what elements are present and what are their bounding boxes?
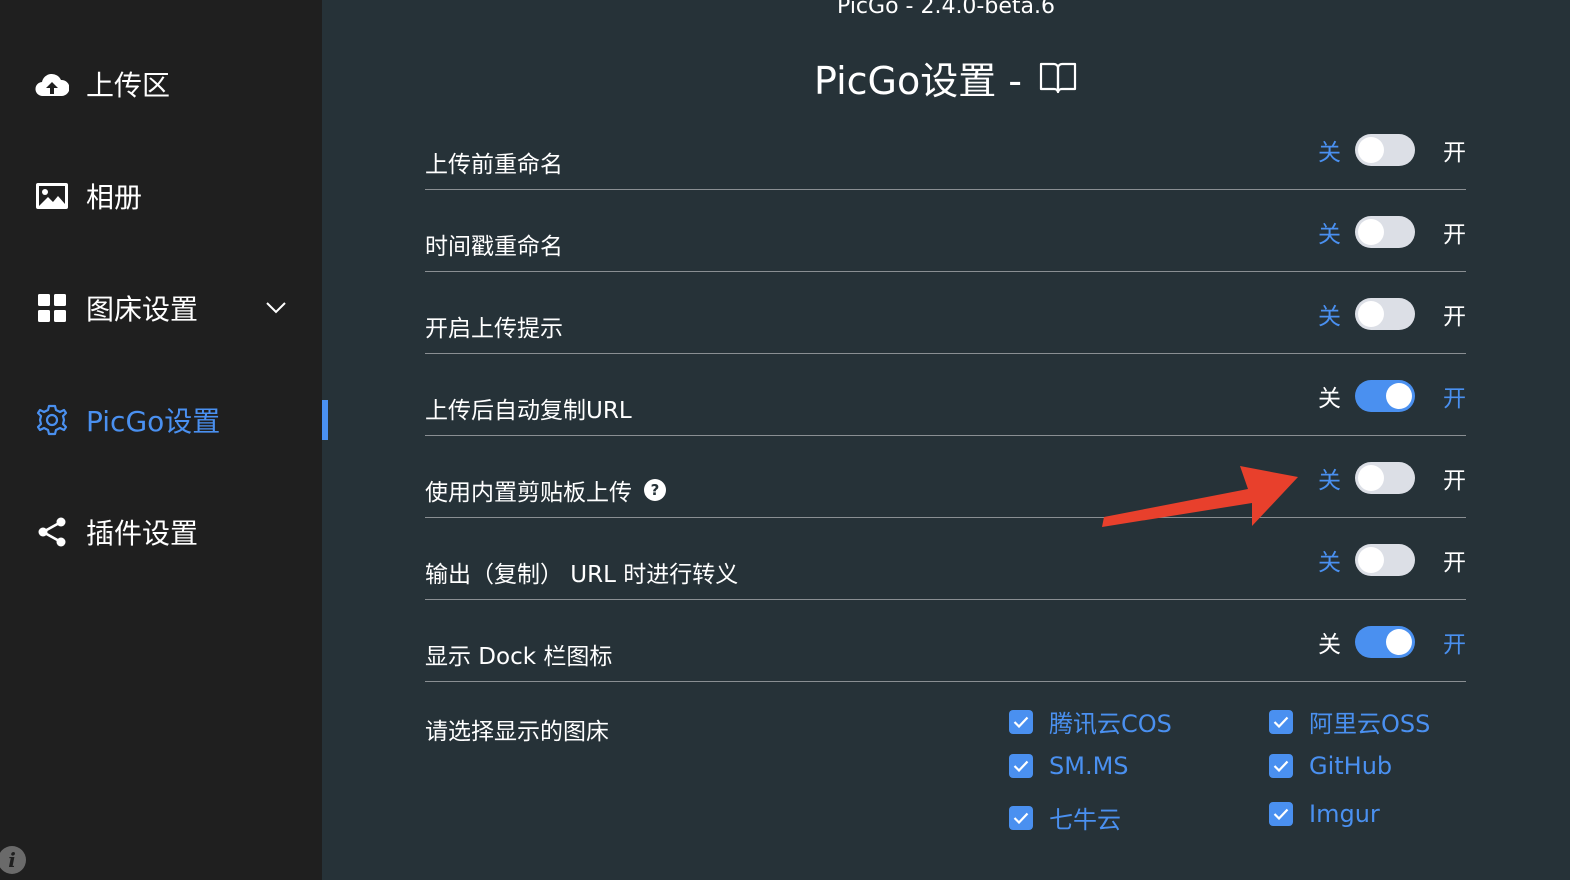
switch-track[interactable] bbox=[1355, 134, 1415, 166]
switch-off-label: 关 bbox=[1318, 304, 1341, 330]
switch-track[interactable] bbox=[1355, 298, 1415, 330]
setting-row: 输出（复制） URL 时进行转义 关 开 bbox=[425, 517, 1466, 600]
sidebar-item-upload[interactable]: 上传区 bbox=[0, 44, 322, 124]
setting-label-text: 开启上传提示 bbox=[425, 316, 563, 342]
switch-knob bbox=[1358, 301, 1384, 327]
switch-off-label: 关 bbox=[1318, 632, 1341, 658]
chevron-down-icon[interactable] bbox=[262, 294, 290, 322]
picbed-checkbox[interactable]: 阿里云OSS bbox=[1269, 704, 1430, 739]
setting-label: 输出（复制） URL 时进行转义 bbox=[425, 555, 738, 589]
switch-knob bbox=[1358, 465, 1384, 491]
sidebar-item-label: 上传区 bbox=[86, 69, 171, 102]
setting-label: 显示 Dock 栏图标 bbox=[425, 637, 612, 671]
switch-knob bbox=[1386, 383, 1412, 409]
active-indicator bbox=[322, 400, 328, 440]
switch-on-label: 开 bbox=[1443, 222, 1466, 248]
checkbox-checked-icon[interactable] bbox=[1269, 709, 1293, 734]
page-title-text: PicGo设置 - bbox=[813, 59, 1023, 103]
setting-switch[interactable]: 关 开 bbox=[1318, 624, 1466, 660]
setting-switch[interactable]: 关 开 bbox=[1318, 214, 1466, 250]
setting-label-text: 上传前重命名 bbox=[425, 152, 563, 178]
book-icon[interactable] bbox=[1038, 58, 1078, 98]
switch-off-label: 关 bbox=[1318, 468, 1341, 494]
checkbox-checked-icon[interactable] bbox=[1269, 802, 1293, 826]
setting-switch[interactable]: 关 开 bbox=[1318, 542, 1466, 578]
switch-track[interactable] bbox=[1355, 216, 1415, 248]
picbed-checkbox[interactable]: SM.MS bbox=[1009, 752, 1129, 780]
switch-knob bbox=[1358, 547, 1384, 573]
checkbox-checked-icon[interactable] bbox=[1269, 754, 1293, 778]
setting-label-text: 时间戳重命名 bbox=[425, 234, 563, 260]
picbed-checkbox-label: Imgur bbox=[1309, 800, 1380, 828]
switch-knob bbox=[1358, 137, 1384, 163]
share-icon bbox=[34, 514, 70, 550]
switch-track[interactable] bbox=[1355, 462, 1415, 494]
sidebar-item-picbed-settings[interactable]: 图床设置 bbox=[0, 268, 322, 348]
switch-knob bbox=[1386, 629, 1412, 655]
page-title: PicGo设置 - bbox=[322, 50, 1570, 105]
switch-track[interactable] bbox=[1355, 626, 1415, 658]
window-title: PicGo - 2.4.0-beta.6 bbox=[837, 0, 1055, 19]
setting-label-text: 使用内置剪贴板上传 bbox=[425, 480, 632, 506]
setting-label: 上传前重命名 bbox=[425, 145, 563, 179]
switch-on-label: 开 bbox=[1443, 304, 1466, 330]
setting-row: 上传后自动复制URL 关 开 bbox=[425, 353, 1466, 436]
grid-icon bbox=[34, 290, 70, 326]
picbed-checkbox[interactable]: GitHub bbox=[1269, 752, 1392, 780]
sidebar-item-label: 插件设置 bbox=[86, 517, 199, 550]
setting-row: 显示 Dock 栏图标 关 开 bbox=[425, 599, 1466, 682]
setting-label: 上传后自动复制URL bbox=[425, 391, 632, 425]
setting-label-text: 输出（复制） URL 时进行转义 bbox=[425, 562, 739, 588]
setting-row: 时间戳重命名 关 开 bbox=[425, 189, 1466, 272]
picbed-checkbox[interactable]: 七牛云 bbox=[1009, 800, 1121, 835]
sidebar-item-label: PicGo设置 bbox=[86, 405, 221, 438]
picbed-checkbox-label: 腾讯云COS bbox=[1049, 710, 1172, 738]
picbed-select-label: 请选择显示的图床 bbox=[425, 719, 609, 745]
checkbox-checked-icon[interactable] bbox=[1009, 805, 1033, 830]
setting-row: 开启上传提示 关 开 bbox=[425, 271, 1466, 354]
picbed-checkbox-label: GitHub bbox=[1309, 752, 1393, 780]
switch-on-label: 开 bbox=[1443, 386, 1466, 412]
switch-knob bbox=[1358, 219, 1384, 245]
sidebar: 上传区 相册 图床设置 PicGo设置 插件设置 i bbox=[0, 0, 322, 880]
help-icon[interactable]: ? bbox=[644, 479, 666, 501]
switch-off-label: 关 bbox=[1318, 550, 1341, 576]
picbed-checkbox-label: 七牛云 bbox=[1049, 806, 1121, 834]
checkbox-checked-icon[interactable] bbox=[1009, 754, 1033, 778]
switch-on-label: 开 bbox=[1443, 632, 1466, 658]
switch-track[interactable] bbox=[1355, 544, 1415, 576]
gear-icon bbox=[34, 402, 70, 438]
switch-off-label: 关 bbox=[1318, 386, 1341, 412]
setting-switch[interactable]: 关 开 bbox=[1318, 296, 1466, 332]
switch-on-label: 开 bbox=[1443, 550, 1466, 576]
sidebar-item-label: 图床设置 bbox=[86, 293, 199, 326]
setting-label: 开启上传提示 bbox=[425, 309, 563, 343]
sidebar-item-label: 相册 bbox=[86, 181, 143, 214]
switch-off-label: 关 bbox=[1318, 140, 1341, 166]
switch-off-label: 关 bbox=[1318, 222, 1341, 248]
image-icon bbox=[34, 178, 70, 214]
setting-label: 使用内置剪贴板上传? bbox=[425, 473, 666, 507]
setting-row: 上传前重命名 关 开 bbox=[425, 107, 1466, 190]
setting-switch[interactable]: 关 开 bbox=[1318, 132, 1466, 168]
sidebar-item-gallery[interactable]: 相册 bbox=[0, 156, 322, 236]
checkbox-checked-icon[interactable] bbox=[1009, 709, 1033, 734]
setting-switch[interactable]: 关 开 bbox=[1318, 460, 1466, 496]
switch-on-label: 开 bbox=[1443, 468, 1466, 494]
switch-track[interactable] bbox=[1355, 380, 1415, 412]
picbed-checkbox[interactable]: Imgur bbox=[1269, 800, 1380, 828]
sidebar-item-picgo-settings[interactable]: PicGo设置 bbox=[0, 380, 322, 460]
picbed-checkbox[interactable]: 腾讯云COS bbox=[1009, 704, 1172, 739]
setting-row: 使用内置剪贴板上传? 关 开 bbox=[425, 435, 1466, 518]
info-icon[interactable]: i bbox=[0, 846, 26, 874]
setting-label-text: 上传后自动复制URL bbox=[425, 398, 632, 424]
cloud-upload-icon bbox=[34, 66, 70, 102]
switch-on-label: 开 bbox=[1443, 140, 1466, 166]
sidebar-item-plugin-settings[interactable]: 插件设置 bbox=[0, 492, 322, 572]
setting-switch[interactable]: 关 开 bbox=[1318, 378, 1466, 414]
setting-label-text: 显示 Dock 栏图标 bbox=[425, 644, 613, 670]
setting-label: 时间戳重命名 bbox=[425, 227, 563, 261]
picbed-checkbox-label: SM.MS bbox=[1049, 752, 1129, 780]
picbed-checkbox-label: 阿里云OSS bbox=[1309, 710, 1431, 738]
